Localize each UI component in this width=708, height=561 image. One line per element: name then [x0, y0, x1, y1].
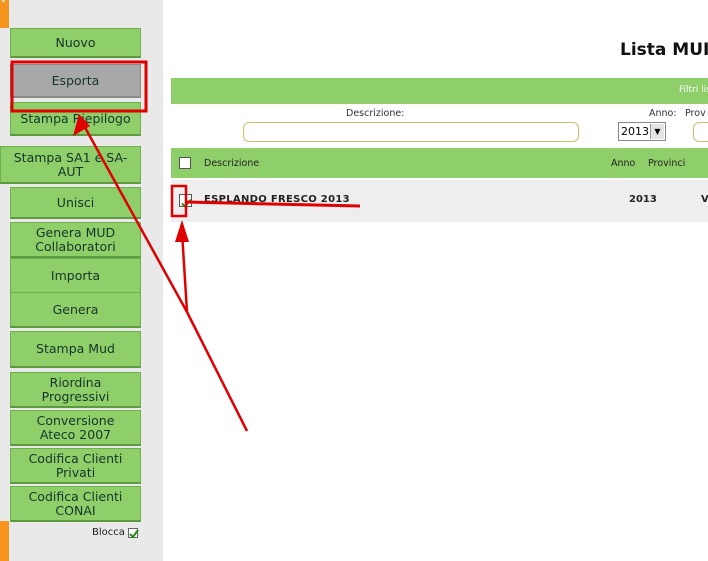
sidebar: * Nuovo Esporta Stampa Riepilogo Stampa …: [0, 0, 163, 561]
checkmark-icon: [129, 528, 139, 539]
select-all-checkbox[interactable]: [179, 157, 191, 169]
anno-label: Anno:: [649, 108, 677, 119]
menu-genera-button[interactable]: Genera: [10, 292, 141, 328]
anno-select[interactable]: 2013 ▼: [618, 122, 666, 141]
menu-importa-button[interactable]: Importa: [10, 258, 141, 294]
menu-conversione-ateco-button[interactable]: Conversione Ateco 2007: [10, 410, 141, 446]
arrow-line: [185, 311, 249, 432]
menu-label-line2: Progressivi: [41, 388, 110, 404]
column-header-anno[interactable]: Anno: [611, 158, 635, 169]
chevron-down-icon[interactable]: ▼: [650, 124, 664, 139]
menu-genera-mud-collaboratori-button[interactable]: Genera MUD Collaboratori: [10, 222, 141, 258]
menu-label-line2: Privati: [55, 464, 96, 480]
menu-label: Codifica Clienti: [28, 488, 123, 504]
menu-label: Unisci: [56, 194, 95, 210]
column-header-descrizione[interactable]: Descrizione: [204, 158, 259, 169]
menu-label-line2: Collaboratori: [35, 238, 116, 254]
menu-label: Genera: [52, 301, 99, 317]
menu-stampa-mud-button[interactable]: Stampa Mud: [10, 331, 141, 368]
row-anno: 2013: [629, 194, 657, 205]
menu-stampa-sa1-button[interactable]: Stampa SA1 e SA- AUT: [0, 146, 141, 184]
filter-bar-label: Filtri lis: [679, 85, 708, 95]
sidebar-marker-bottom: [0, 521, 9, 561]
menu-label-line2: CONAI: [55, 502, 96, 518]
row-descrizione: ESPLANDO FRESCO 2013: [204, 194, 350, 205]
menu-label: Stampa SA1 e SA-: [13, 149, 128, 165]
arrow-line: [180, 231, 189, 313]
row-checkbox[interactable]: [179, 194, 192, 208]
filter-row: Descrizione: Anno: 2013 ▼ Prov: [171, 104, 708, 146]
filter-bar: Filtri lis: [171, 78, 708, 104]
provincia-label: Prov: [685, 108, 706, 119]
provincia-input[interactable]: [693, 122, 708, 142]
checkmark-icon: [181, 198, 192, 208]
menu-label: Stampa Mud: [36, 341, 115, 356]
menu-label: Importa: [50, 267, 101, 283]
sidebar-marker-top: *: [0, 0, 9, 28]
menu-label: Conversione: [36, 412, 115, 428]
menu-label: Stampa Riepilogo: [20, 110, 131, 126]
menu-stampa-riepilogo-button[interactable]: Stampa Riepilogo: [10, 102, 141, 136]
menu-label: Nuovo: [55, 34, 96, 50]
menu-codifica-conai-button[interactable]: Codifica Clienti CONAI: [10, 486, 141, 522]
menu-codifica-privati-button[interactable]: Codifica Clienti Privati: [10, 448, 141, 484]
row-provincia: V: [701, 194, 708, 205]
blocca-checkbox[interactable]: [127, 527, 139, 539]
menu-label-line2: Ateco 2007: [39, 426, 112, 442]
menu-label: Riordina: [49, 374, 102, 390]
menu-label: Esporta: [51, 72, 100, 88]
anno-select-value: 2013: [621, 125, 649, 138]
table-row[interactable]: ESPLANDO FRESCO 2013 2013 V: [171, 180, 708, 222]
corner-mark: *: [1, 0, 6, 8]
menu-riordina-progressivi-button[interactable]: Riordina Progressivi: [10, 372, 141, 408]
menu-nuovo-button[interactable]: Nuovo: [10, 28, 141, 58]
menu-label-line2: AUT: [57, 163, 84, 179]
blocca-label: Blocca: [92, 527, 125, 538]
page-title: Lista MUI: [620, 40, 708, 60]
menu-esporta-button[interactable]: Esporta: [10, 64, 141, 98]
table-header: Descrizione Anno Provinci: [171, 148, 708, 178]
menu-label: Codifica Clienti: [28, 450, 123, 466]
column-header-provincia[interactable]: Provinci: [648, 158, 685, 169]
descrizione-label: Descrizione:: [346, 108, 405, 119]
menu-label: Genera MUD: [35, 224, 116, 240]
descrizione-input[interactable]: [243, 122, 579, 142]
arrowhead-icon: [175, 220, 189, 242]
menu-unisci-button[interactable]: Unisci: [10, 187, 141, 219]
blocca-toggle[interactable]: Blocca: [92, 527, 139, 539]
